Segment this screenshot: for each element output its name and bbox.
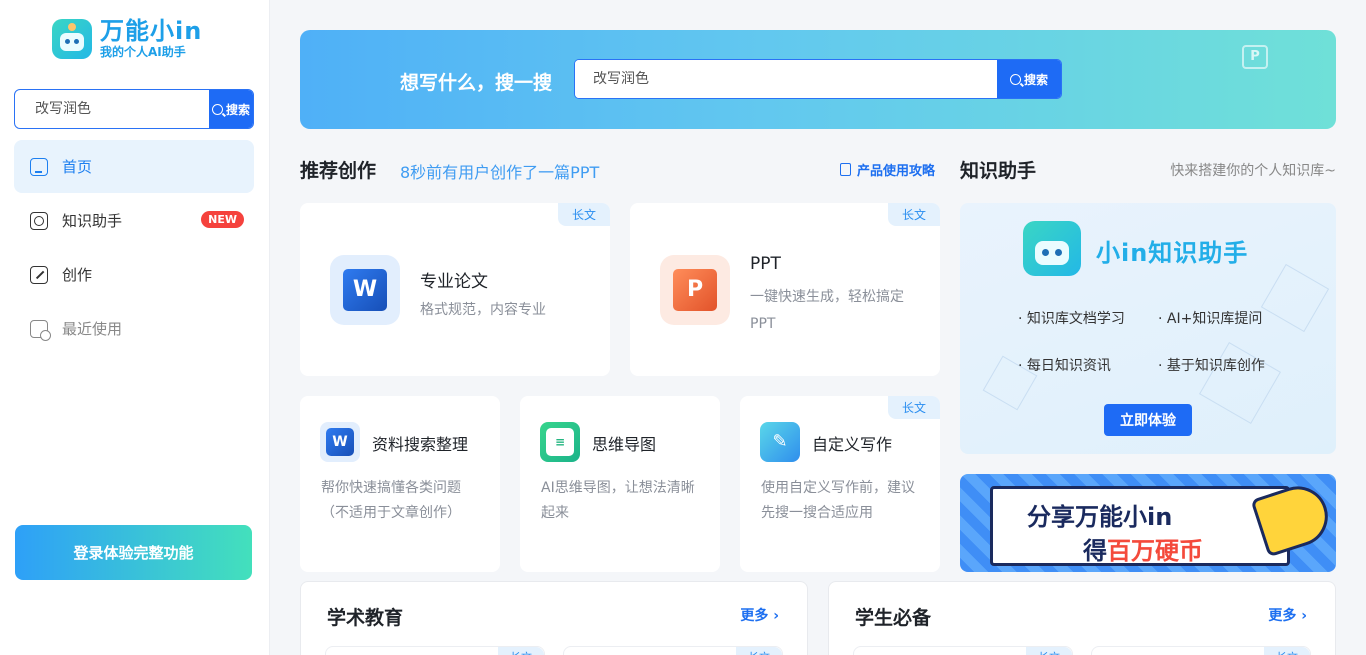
- long-text-tag: 长文: [887, 203, 940, 226]
- guide-label: 产品使用攻略: [857, 164, 936, 179]
- list-item[interactable]: 长文: [853, 646, 1073, 655]
- sidebar-item-knowledge[interactable]: 知识助手 NEW: [14, 194, 254, 247]
- sidebar-nav: 首页 知识助手 NEW 创作 最近使用: [14, 140, 254, 356]
- long-text-tag: 长文: [887, 396, 940, 419]
- sidebar-item-label: 首页: [62, 158, 93, 176]
- mindmap-icon: ≡: [540, 422, 580, 462]
- robot-logo-icon: [52, 18, 92, 59]
- card-research[interactable]: W 资料搜索整理 帮你快速搞懂各类问题（不适用于文章创作）: [300, 396, 500, 572]
- long-text-tag: 长文: [736, 647, 782, 655]
- card-ppt[interactable]: 长文 P PPT 一键快速生成，轻松搞定PPT: [630, 203, 940, 376]
- guide-link[interactable]: 产品使用攻略: [840, 160, 935, 179]
- pen-icon: ✎: [760, 422, 800, 462]
- book-icon: [840, 163, 851, 176]
- word-icon: W: [320, 422, 360, 462]
- student-section: 学生必备 更多 › 长文 长文: [828, 581, 1336, 655]
- sidebar-search-input[interactable]: [15, 90, 209, 128]
- word-icon: W: [330, 255, 400, 325]
- sidebar-search-button-label: 搜索: [225, 102, 250, 117]
- recommend-title: 推荐创作: [300, 160, 377, 182]
- knowledge-icon: [30, 211, 48, 230]
- sidebar: 万能小in 我的个人AI助手 搜索 首页 知识助手 NEW 创作 最近使用 登录…: [0, 0, 270, 655]
- long-text-tag: 长文: [1264, 647, 1310, 655]
- knowledge-title: 知识助手: [960, 160, 1037, 182]
- share-banner[interactable]: 分享万能小in 得百万硬币: [960, 474, 1336, 572]
- login-button[interactable]: 登录体验完整功能: [15, 525, 252, 580]
- card-title: 资料搜索整理: [372, 435, 469, 454]
- search-icon: [1009, 73, 1021, 85]
- more-link[interactable]: 更多 ›: [1268, 605, 1307, 625]
- search-icon: [211, 103, 223, 115]
- knowledge-feature: · 知识库文档学习: [1018, 311, 1125, 327]
- card-paper[interactable]: 长文 W 专业论文 格式规范，内容专业: [300, 203, 610, 376]
- home-icon: [30, 157, 48, 176]
- banner-question: 想写什么，搜一搜: [400, 72, 553, 94]
- share-line1: 分享万能小in: [1027, 503, 1173, 531]
- list-item[interactable]: 长文: [325, 646, 545, 655]
- more-link[interactable]: 更多 ›: [740, 605, 779, 625]
- sidebar-item-label: 知识助手: [62, 212, 123, 230]
- share-highlight: 百万硬币: [1107, 537, 1203, 565]
- banner-search-input[interactable]: [575, 60, 997, 98]
- banner-search-button-label: 搜索: [1023, 72, 1048, 87]
- card-mindmap[interactable]: ≡ 思维导图 AI思维导图，让想法清晰起来: [520, 396, 720, 572]
- sidebar-item-create[interactable]: 创作: [14, 248, 254, 301]
- sidebar-search: 搜索: [14, 89, 254, 129]
- logo-title: 万能小in: [100, 17, 203, 45]
- card-desc: 格式规范，内容专业: [420, 302, 546, 318]
- new-badge: NEW: [201, 211, 244, 228]
- card-title: 专业论文: [420, 272, 488, 292]
- card-title: 思维导图: [592, 435, 657, 454]
- card-desc: AI思维导图，让想法清晰起来: [541, 480, 695, 521]
- card-desc: 帮你快速搞懂各类问题（不适用于文章创作）: [321, 480, 461, 521]
- banner-search: 搜索: [574, 59, 1062, 99]
- recommend-tip: 8秒前有用户创作了一篇PPT: [400, 163, 600, 182]
- academic-section: 学术教育 更多 › 长文 长文: [300, 581, 808, 655]
- try-now-button[interactable]: 立即体验: [1104, 404, 1192, 436]
- knowledge-feature: · 基于知识库创作: [1158, 358, 1265, 374]
- long-text-tag: 长文: [557, 203, 610, 226]
- card-title: PPT: [750, 254, 781, 274]
- list-item[interactable]: 长文: [1091, 646, 1311, 655]
- sidebar-item-home[interactable]: 首页: [14, 140, 254, 193]
- banner-search-button[interactable]: 搜索: [997, 60, 1061, 98]
- logo[interactable]: 万能小in 我的个人AI助手: [52, 18, 202, 59]
- long-text-tag: 长文: [498, 647, 544, 655]
- knowledge-feature: · AI+知识库提问: [1158, 311, 1263, 327]
- long-text-tag: 长文: [1026, 647, 1072, 655]
- share-panel: 分享万能小in 得百万硬币: [990, 486, 1290, 566]
- section-title: 学生必备: [855, 607, 932, 629]
- section-title: 学术教育: [327, 607, 404, 629]
- robot-logo-icon: [1023, 221, 1081, 276]
- card-title: 自定义写作: [812, 435, 893, 454]
- knowledge-hint: 快来搭建你的个人知识库~: [1170, 163, 1336, 179]
- knowledge-brand: 小in知识助手: [1096, 239, 1249, 267]
- ppt-icon: P: [660, 255, 730, 325]
- logo-subtitle: 我的个人AI助手: [100, 45, 186, 59]
- sidebar-item-recent[interactable]: 最近使用: [14, 302, 254, 355]
- sidebar-item-label: 最近使用: [62, 320, 123, 338]
- knowledge-card: 小in知识助手 · 知识库文档学习 · AI+知识库提问 · 每日知识资讯 · …: [960, 203, 1336, 454]
- card-custom-writing[interactable]: 长文 ✎ 自定义写作 使用自定义写作前，建议先搜一搜合适应用: [740, 396, 940, 572]
- ppt-deco-icon: P: [1242, 45, 1268, 69]
- knowledge-feature: · 每日知识资讯: [1018, 358, 1111, 374]
- edit-icon: [30, 265, 48, 284]
- search-banner: 想写什么，搜一搜 搜索 P: [300, 30, 1336, 129]
- card-desc: 使用自定义写作前，建议先搜一搜合适应用: [761, 480, 915, 521]
- recent-icon: [30, 319, 51, 341]
- sidebar-search-button[interactable]: 搜索: [209, 90, 253, 128]
- card-desc: 一键快速生成，轻松搞定PPT: [750, 289, 904, 332]
- share-line2: 得百万硬币: [1083, 537, 1203, 565]
- list-item[interactable]: 长文: [563, 646, 783, 655]
- sidebar-item-label: 创作: [62, 266, 93, 284]
